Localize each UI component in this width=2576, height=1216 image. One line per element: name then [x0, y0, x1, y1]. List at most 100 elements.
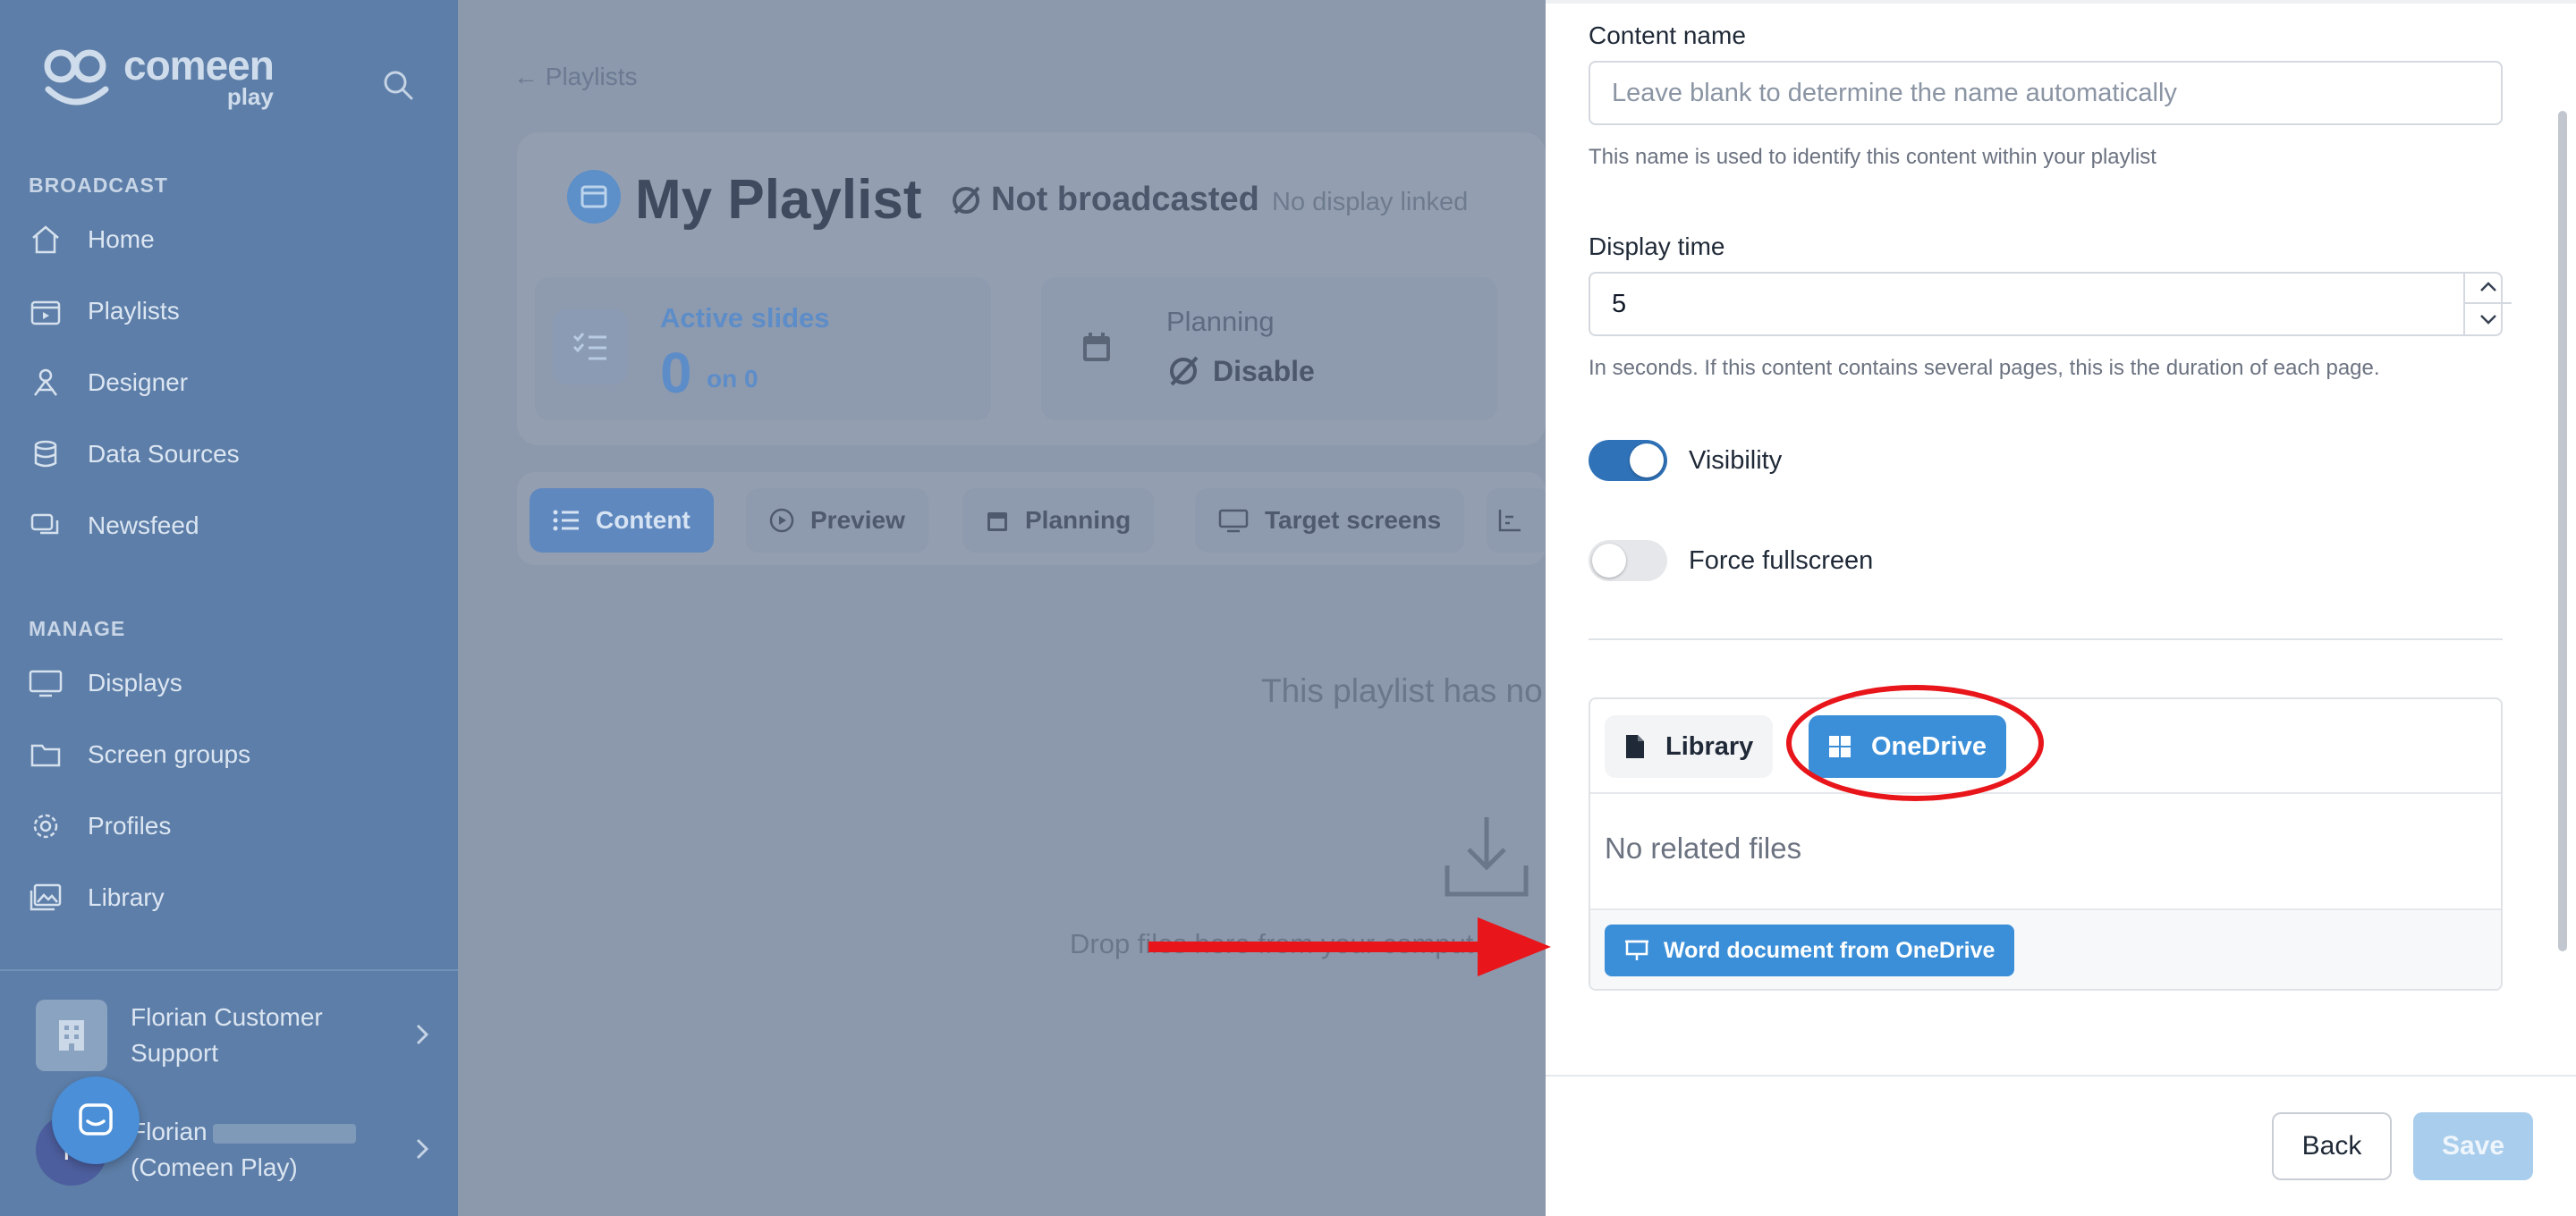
- disabled-icon: [1170, 356, 1199, 386]
- sidebar-item-library[interactable]: Library: [27, 873, 165, 923]
- chart-icon: [1498, 510, 1521, 532]
- increment-button[interactable]: [2463, 272, 2512, 304]
- divider: [1589, 638, 2503, 640]
- tab-content[interactable]: Content: [530, 488, 714, 553]
- organization-switcher[interactable]: Florian Customer Support: [36, 1000, 429, 1071]
- panel-footer-divider: [1546, 1075, 2576, 1077]
- sidebar-divider: [0, 969, 458, 971]
- visibility-toggle[interactable]: [1589, 440, 1667, 481]
- sidebar-item-data-sources[interactable]: Data Sources: [27, 429, 240, 479]
- status-label: Not broadcasted: [991, 181, 1259, 218]
- stat-total: on 0: [707, 365, 758, 393]
- decrement-button[interactable]: [2463, 304, 2512, 334]
- page-title: My Playlist: [635, 169, 922, 231]
- main-content: ← Playlists My Playlist Not broadcasted …: [458, 0, 1551, 1216]
- playlist-icon: [567, 170, 621, 224]
- sidebar-item-home[interactable]: Home: [27, 215, 155, 265]
- sidebar-item-label: Displays: [88, 669, 182, 697]
- sidebar-item-label: Profiles: [88, 812, 172, 840]
- panel-scrollbar[interactable]: [2558, 111, 2567, 951]
- tab-planning[interactable]: Planning: [962, 488, 1155, 553]
- file-actions-footer: Word document from OneDrive: [1590, 908, 2501, 989]
- add-content-panel: Content name This name is used to identi…: [1546, 0, 2576, 1216]
- list-check-icon: [553, 309, 628, 384]
- section-manage: MANAGE: [29, 617, 126, 640]
- display-time-label: Display time: [1589, 232, 1725, 260]
- stat-value: Disable: [1166, 354, 1315, 388]
- sidebar-item-newsfeed[interactable]: Newsfeed: [27, 501, 199, 551]
- tab-target-screens[interactable]: Target screens: [1195, 488, 1465, 553]
- tab-preview[interactable]: Preview: [746, 488, 928, 553]
- display-time-help: In seconds. If this content contains sev…: [1589, 356, 2380, 380]
- breadcrumb[interactable]: ← Playlists: [513, 63, 637, 91]
- calendar-icon: [987, 512, 1007, 531]
- images-icon: [27, 879, 64, 916]
- file-icon: [1626, 735, 1644, 758]
- back-button[interactable]: Back: [2272, 1112, 2392, 1180]
- windows-icon: [1829, 736, 1851, 757]
- sidebar-item-profiles[interactable]: Profiles: [27, 801, 171, 851]
- file-source-tabs: Library OneDrive: [1590, 699, 2501, 794]
- sidebar: comeen play BROADCAST Home Playlists Des…: [0, 0, 458, 1216]
- user-first-name: Florian: [131, 1118, 208, 1145]
- download-tray-icon: [1442, 812, 1531, 906]
- display-time-stepper[interactable]: [2463, 272, 2512, 336]
- newsfeed-icon: [27, 507, 64, 545]
- tab-label: Preview: [810, 506, 905, 534]
- chevron-right-icon: [415, 1137, 429, 1165]
- status-badge: Not broadcasted: [950, 181, 1259, 219]
- visibility-toggle-row[interactable]: Visibility: [1589, 440, 1782, 481]
- chevron-right-icon: [415, 1023, 429, 1051]
- empty-playlist-message: This playlist has no: [1261, 672, 1543, 709]
- breadcrumb-label: Playlists: [545, 63, 638, 90]
- designer-icon: [27, 364, 64, 401]
- redacted-name: [212, 1123, 356, 1144]
- toggle-knob: [1630, 443, 1664, 477]
- gear-icon: [27, 807, 64, 845]
- play-icon: [769, 508, 794, 533]
- comeen-logo-icon: [44, 49, 109, 106]
- chat-icon: [79, 1103, 113, 1136]
- chevron-up-icon: [2480, 282, 2496, 291]
- word-document-onedrive-button[interactable]: Word document from OneDrive: [1605, 925, 2015, 976]
- search-icon[interactable]: [383, 70, 413, 105]
- fullscreen-toggle-row[interactable]: Force fullscreen: [1589, 540, 1873, 581]
- no-display-label: No display linked: [1272, 188, 1469, 216]
- sidebar-item-label: Library: [88, 883, 165, 911]
- sidebar-item-playlists[interactable]: Playlists: [27, 286, 180, 336]
- home-icon: [27, 221, 64, 258]
- sidebar-item-designer[interactable]: Designer: [27, 358, 188, 408]
- stat-active-slides: Active slides 0 on 0: [535, 277, 991, 420]
- sidebar-item-label: Designer: [88, 368, 189, 396]
- no-files-message: No related files: [1605, 832, 1802, 865]
- sidebar-item-screen-groups[interactable]: Screen groups: [27, 730, 250, 780]
- presentation-icon: [1625, 940, 1648, 960]
- user-org-suffix: (Comeen Play): [131, 1153, 298, 1181]
- monitor-icon: [1218, 509, 1249, 533]
- fullscreen-toggle[interactable]: [1589, 540, 1667, 581]
- tab-library[interactable]: Library: [1605, 715, 1774, 778]
- sidebar-item-displays[interactable]: Displays: [27, 658, 182, 708]
- organization-name: Florian Customer Support: [131, 1003, 323, 1067]
- folder-icon: [27, 736, 64, 773]
- sidebar-item-label: Screen groups: [88, 740, 251, 768]
- arrow-left-icon: ←: [513, 63, 546, 90]
- save-button[interactable]: Save: [2413, 1112, 2533, 1180]
- sidebar-item-label: Newsfeed: [88, 511, 199, 539]
- display-time-input[interactable]: [1589, 272, 2503, 336]
- content-name-label: Content name: [1589, 21, 1746, 49]
- chat-support-button[interactable]: [52, 1077, 140, 1164]
- drop-files-message: Drop files here from your comput: [1070, 928, 1474, 959]
- sidebar-item-label: Home: [88, 225, 155, 253]
- toggle-knob: [1592, 544, 1626, 578]
- playlist-icon: [27, 292, 64, 330]
- brand-logo[interactable]: comeen play: [43, 42, 275, 111]
- tab-onedrive[interactable]: OneDrive: [1809, 715, 2006, 778]
- fullscreen-label: Force fullscreen: [1689, 545, 1874, 575]
- planning-value: Disable: [1213, 354, 1315, 387]
- visibility-label: Visibility: [1689, 445, 1783, 475]
- tab-statistics[interactable]: [1487, 488, 1551, 553]
- content-name-input[interactable]: [1589, 61, 2503, 125]
- logo-subtitle: play: [226, 83, 274, 110]
- logo-wordmark: comeen: [123, 42, 275, 89]
